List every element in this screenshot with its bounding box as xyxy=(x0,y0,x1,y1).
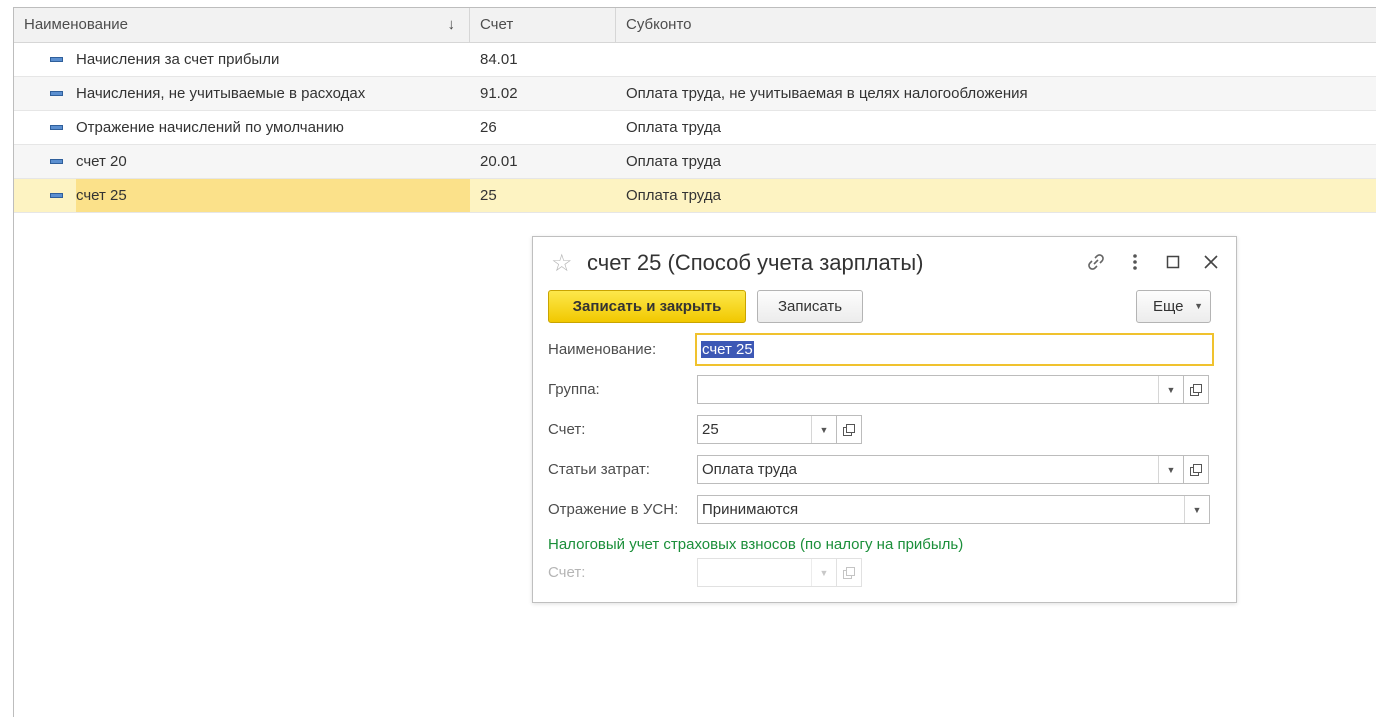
catalog-item-icon xyxy=(50,125,63,130)
cell-account: 84.01 xyxy=(480,51,518,68)
tax-account-field: ▼ xyxy=(697,558,837,587)
cost-item-field[interactable]: Оплата труда ▼ xyxy=(697,455,1184,484)
selected-cell-highlight xyxy=(76,179,470,212)
account-field[interactable]: 25 ▼ xyxy=(697,415,837,444)
open-icon[interactable] xyxy=(1183,455,1209,484)
chevron-down-icon[interactable]: ▼ xyxy=(1158,456,1183,483)
cell-subconto: Оплата труда xyxy=(626,153,721,170)
name-label: Наименование: xyxy=(548,341,657,358)
cell-subconto: Оплата труда, не учитываемая в целях нал… xyxy=(626,85,1028,102)
save-button[interactable]: Записать xyxy=(757,290,863,323)
chevron-down-icon: ▼ xyxy=(811,559,836,586)
cell-account: 26 xyxy=(480,119,497,136)
save-and-close-button[interactable]: Записать и закрыть xyxy=(548,290,746,323)
sort-down-icon: ↓ xyxy=(447,16,456,33)
link-icon[interactable] xyxy=(1085,251,1107,273)
group-label: Группа: xyxy=(548,381,600,398)
catalog-item-icon xyxy=(50,57,63,62)
cell-account: 25 xyxy=(480,187,497,204)
more-button[interactable]: Еще ▼ xyxy=(1136,290,1211,323)
open-icon[interactable] xyxy=(836,415,862,444)
table-row[interactable]: счет 20 20.01 Оплата труда xyxy=(14,145,1376,179)
account-label: Счет: xyxy=(548,421,586,438)
catalog-item-icon xyxy=(50,159,63,164)
usn-label: Отражение в УСН: xyxy=(548,501,679,518)
cell-name: Начисления, не учитываемые в расходах xyxy=(76,85,366,102)
group-field[interactable]: ▼ xyxy=(697,375,1184,404)
cell-account: 20.01 xyxy=(480,153,518,170)
tax-account-label: Счет: xyxy=(548,564,586,581)
column-label-name: Наименование xyxy=(24,16,128,33)
table-row[interactable]: Начисления, не учитываемые в расходах 91… xyxy=(14,77,1376,111)
table-row[interactable]: Начисления за счет прибыли 84.01 xyxy=(14,43,1376,77)
cell-name: Начисления за счет прибыли xyxy=(76,51,280,68)
catalog-item-icon xyxy=(50,91,63,96)
table-row-selected[interactable]: счет 25 25 Оплата труда xyxy=(14,179,1376,213)
cell-name: счет 20 xyxy=(76,153,127,170)
chevron-down-icon[interactable]: ▼ xyxy=(1184,496,1209,523)
column-header-name[interactable]: Наименование ↓ xyxy=(14,8,470,43)
catalog-item-icon xyxy=(50,193,63,198)
chevron-down-icon: ▼ xyxy=(1194,301,1203,311)
name-input-value: счет 25 xyxy=(701,341,754,358)
dialog-title: счет 25 (Способ учета зарплаты) xyxy=(587,250,924,275)
usn-value: Принимаются xyxy=(702,501,799,518)
account-value: 25 xyxy=(702,421,719,438)
star-icon[interactable]: ☆ xyxy=(551,249,573,278)
cost-item-label: Статьи затрат: xyxy=(548,461,650,478)
cell-account: 91.02 xyxy=(480,85,518,102)
cell-name: Отражение начислений по умолчанию xyxy=(76,119,344,136)
usn-select[interactable]: Принимаются ▼ xyxy=(697,495,1210,524)
name-input[interactable]: счет 25 xyxy=(695,333,1214,366)
open-icon xyxy=(836,558,862,587)
close-icon[interactable] xyxy=(1200,251,1222,273)
chevron-down-icon[interactable]: ▼ xyxy=(811,416,836,443)
table-header: Наименование ↓ Счет Субконто xyxy=(14,7,1376,43)
table-row[interactable]: Отражение начислений по умолчанию 26 Опл… xyxy=(14,111,1376,145)
cost-item-value: Оплата труда xyxy=(702,461,797,478)
cell-subconto: Оплата труда xyxy=(626,187,721,204)
cell-name: счет 25 xyxy=(76,187,127,204)
edit-dialog: ☆ счет 25 (Способ учета зарплаты) Записа… xyxy=(532,236,1237,603)
more-vert-icon[interactable] xyxy=(1124,251,1146,273)
maximize-icon[interactable] xyxy=(1162,251,1184,273)
column-header-subconto[interactable]: Субконто xyxy=(616,8,1376,43)
more-button-label: Еще xyxy=(1153,298,1184,315)
list-table: Наименование ↓ Счет Субконто Начисления … xyxy=(14,7,1376,213)
chevron-down-icon[interactable]: ▼ xyxy=(1158,376,1183,403)
column-header-account[interactable]: Счет xyxy=(470,8,616,43)
cell-subconto: Оплата труда xyxy=(626,119,721,136)
tax-section-title: Налоговый учет страховых взносов (по нал… xyxy=(548,536,964,553)
open-icon[interactable] xyxy=(1183,375,1209,404)
